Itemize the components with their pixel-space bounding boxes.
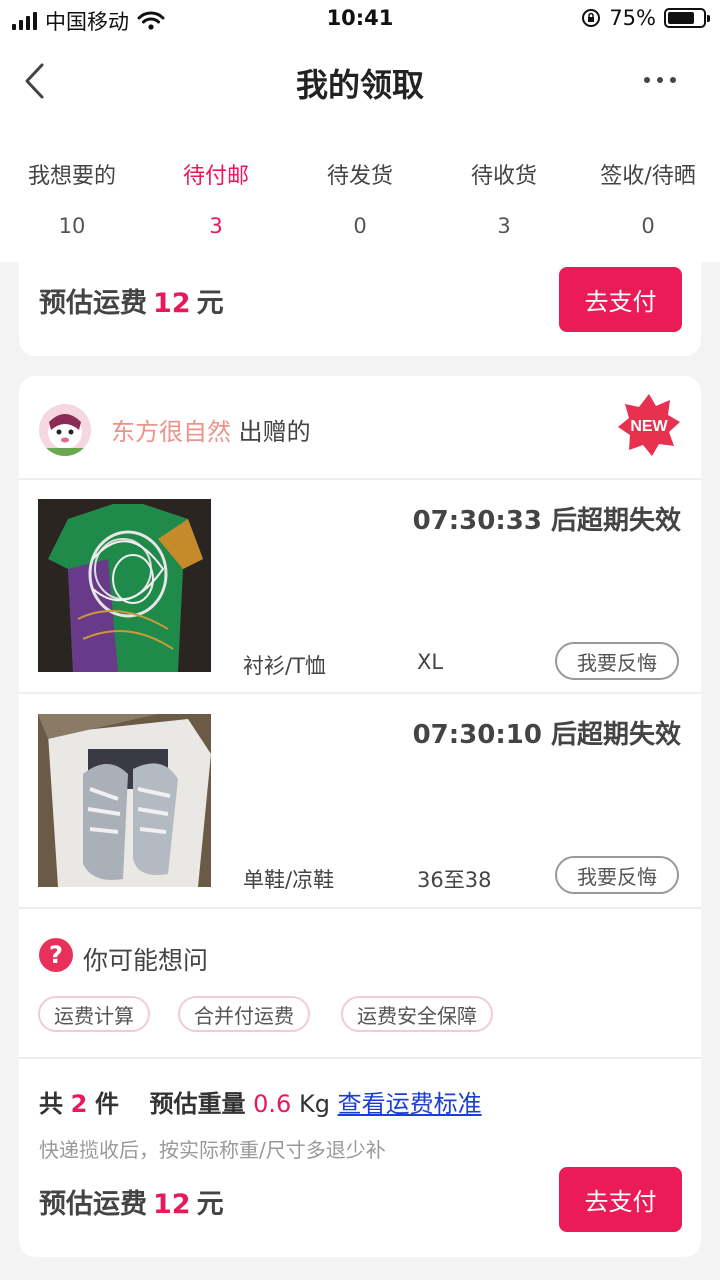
tab-count: 3: [209, 214, 223, 238]
more-options-button[interactable]: [644, 70, 684, 90]
weight-unit: Kg: [298, 1090, 330, 1118]
tab-wanted[interactable]: 我想要的 10: [0, 120, 144, 262]
item-category: 单鞋/凉鞋: [243, 868, 335, 892]
tab-label: 我想要的: [27, 164, 116, 189]
fee-unit: 元: [196, 288, 224, 319]
fee-value: 12: [153, 1189, 191, 1220]
giver-info: 东方很自然 出赠的: [111, 412, 311, 447]
faq-title: 你可能想问: [83, 946, 209, 975]
fee-unit: 元: [196, 1189, 224, 1220]
expiry-countdown: 07:30:33 后超期失效: [412, 506, 681, 536]
faq-tag-shipping-safety[interactable]: 运费安全保障: [341, 996, 493, 1032]
giver-name[interactable]: 东方很自然: [111, 418, 231, 446]
shipping-note: 快递揽收后，按实际称重/尺寸多退少补: [39, 1138, 386, 1162]
tab-count: 0: [353, 214, 367, 238]
estimated-fee: 预估运费 12 元: [39, 1182, 224, 1221]
order-summary: 共 2 件 预估重量 0.6 Kg 查看运费标准: [39, 1084, 482, 1119]
status-tabs: 我想要的 10 待付邮 3 待发货 0 待收货 3 签收/待晒 0: [0, 120, 720, 262]
pay-button[interactable]: 去支付: [559, 1167, 682, 1232]
total-unit: 件: [94, 1090, 119, 1118]
regret-button[interactable]: 我要反悔: [555, 856, 679, 894]
divider: [19, 1057, 701, 1059]
battery-info: 75%: [581, 6, 710, 30]
tab-label: 签收/待晒: [600, 164, 696, 189]
tab-label: 待付邮: [182, 164, 249, 189]
faq-tag-merge-shipping[interactable]: 合并付运费: [178, 996, 310, 1032]
new-badge: NEW: [618, 394, 680, 456]
divider: [19, 692, 701, 694]
weight-value: 0.6: [253, 1090, 292, 1118]
tab-count: 0: [641, 214, 655, 238]
page-title: 我的领取: [295, 66, 424, 104]
giver-suffix: 出赠的: [238, 418, 311, 446]
order-card-partial: 预估运费 12 元 去支付: [19, 245, 701, 356]
rotation-lock-icon: [582, 9, 601, 27]
regret-button[interactable]: 我要反悔: [555, 642, 679, 680]
tab-count: 3: [497, 214, 511, 238]
tab-received[interactable]: 签收/待晒 0: [576, 120, 720, 262]
battery-icon: [664, 8, 710, 28]
pay-button[interactable]: 去支付: [559, 267, 682, 332]
total-prefix: 共: [39, 1090, 63, 1118]
tab-pending-shipment[interactable]: 待发货 0: [288, 120, 432, 262]
item-size: XL: [417, 650, 444, 674]
status-bar: 中国移动 10:41 75%: [0, 0, 720, 40]
estimated-fee: 预估运费 12 元: [39, 281, 224, 320]
fee-label: 预估运费: [39, 1189, 147, 1220]
item-photo-shirt[interactable]: [38, 499, 211, 672]
fee-label: 预估运费: [39, 288, 147, 319]
weight-label: 预估重量: [149, 1090, 246, 1118]
order-card: 东方很自然 出赠的 NEW 07:30:33 后超期失效 衬衫/T恤 XL 我要…: [19, 376, 701, 1257]
tab-pending-receipt[interactable]: 待收货 3: [432, 120, 576, 262]
item-photo-shoes[interactable]: [38, 714, 211, 887]
tab-count: 10: [58, 214, 86, 238]
total-count: 2: [70, 1090, 88, 1118]
fee-value: 12: [153, 288, 191, 319]
avatar[interactable]: [39, 404, 91, 456]
divider: [19, 907, 701, 909]
tab-label: 待发货: [326, 164, 393, 189]
tab-pending-postage[interactable]: 待付邮 3: [144, 120, 288, 262]
new-badge-text: NEW: [630, 418, 668, 435]
battery-percent: 75%: [609, 6, 656, 30]
shipping-standard-link[interactable]: 查看运费标准: [338, 1090, 482, 1118]
divider: [19, 478, 701, 480]
expiry-countdown: 07:30:10 后超期失效: [412, 720, 681, 750]
question-icon: ?: [39, 938, 73, 972]
nav-bar: 我的领取: [0, 40, 720, 120]
item-size: 36至38: [417, 868, 492, 892]
faq-tag-shipping-calc[interactable]: 运费计算: [38, 996, 150, 1032]
item-category: 衬衫/T恤: [243, 654, 326, 678]
tab-label: 待收货: [470, 164, 537, 189]
